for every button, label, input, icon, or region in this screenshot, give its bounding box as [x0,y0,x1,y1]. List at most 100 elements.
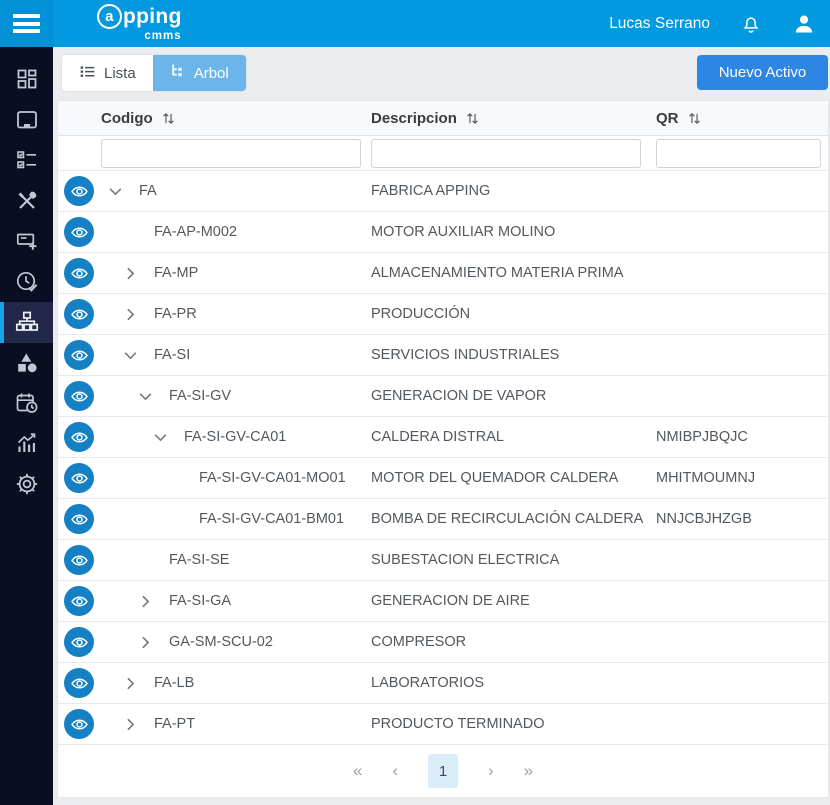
filter-qr-input[interactable] [656,139,821,168]
column-label: Codigo [101,110,153,127]
view-asset-button[interactable] [64,422,94,452]
pagination-prev-button[interactable]: ‹ [392,761,398,781]
filter-codigo-input[interactable] [101,139,361,168]
asset-code: FA-LB [154,675,194,691]
sidebar-item-dashboard[interactable] [0,59,53,100]
view-asset-button[interactable] [64,627,94,657]
table-row: FA-SISERVICIOS INDUSTRIALES [58,335,828,376]
sidebar-item-stats[interactable] [0,424,53,465]
asset-qr: NMIBPJBQJC [656,429,828,445]
sidebar-item-asset-tree[interactable] [0,302,53,343]
menu-toggle-button[interactable] [0,0,53,47]
asset-description: GENERACION DE AIRE [371,593,656,609]
asset-code: FA-MP [154,265,198,281]
view-asset-button[interactable] [64,709,94,739]
asset-code: FA-AP-M002 [154,224,237,240]
filter-descripcion-input[interactable] [371,139,641,168]
table-row: GA-SM-SCU-02 COMPRESOR [58,622,828,663]
table-row: FA-SI-GV-CA01CALDERA DISTRALNMIBPJBQJC [58,417,828,458]
sidebar-nav [0,47,53,505]
asset-code: GA-SM-SCU-02 [169,634,273,650]
table-row: FA-SI-SESUBESTACION ELECTRICA [58,540,828,581]
asset-code: FA-SI-GA [169,593,231,609]
asset-description: PRODUCCIÓN [371,306,656,322]
sidebar-item-gear[interactable] [0,464,53,505]
view-asset-button[interactable] [64,545,94,575]
hamburger-icon [13,14,40,33]
table-row: FA-LB LABORATORIOS [58,663,828,704]
view-asset-button[interactable] [64,381,94,411]
asset-description: LABORATORIOS [371,675,656,691]
table-row: FAFABRICA APPING [58,171,828,212]
tab-arbol-label: Arbol [194,65,229,82]
view-asset-button[interactable] [64,258,94,288]
view-asset-button[interactable] [64,463,94,493]
table-row: FA-SI-GV-CA01-BM01BOMBA DE RECIRCULACIÓN… [58,499,828,540]
chevron-right-icon[interactable] [131,593,169,610]
chevron-right-icon[interactable] [116,675,154,692]
sidebar-item-clock-check[interactable] [0,262,53,303]
asset-description: MOTOR AUXILIAR MOLINO [371,224,656,240]
asset-description: MOTOR DEL QUEMADOR CALDERA [371,470,656,486]
request-add-icon [15,229,39,253]
pagination-first-button[interactable]: « [353,761,362,781]
sort-icon [686,110,703,127]
main-content: Lista Arbol Nuevo Activo [53,47,830,805]
asset-code: FA [139,183,157,199]
sidebar-item-calendar-clock[interactable] [0,383,53,424]
column-header-codigo[interactable]: Codigo [101,110,371,127]
tab-arbol[interactable]: Arbol [153,55,246,91]
view-asset-button[interactable] [64,586,94,616]
new-asset-button[interactable]: Nuevo Activo [697,55,828,90]
column-header-descripcion[interactable]: Descripcion [371,110,656,127]
chevron-right-icon[interactable] [116,265,154,282]
asset-description: BOMBA DE RECIRCULACIÓN CALDERA [371,511,656,527]
pagination: « ‹ 1 › » [58,745,828,797]
tab-lista[interactable]: Lista [62,55,153,91]
chevron-right-icon[interactable] [116,306,154,323]
sidebar [0,47,53,805]
notifications-bell-icon[interactable] [740,13,762,35]
sidebar-item-request-add[interactable] [0,221,53,262]
column-header-qr[interactable]: QR [656,110,828,127]
table-header: Codigo Descripcion [58,101,828,136]
clock-check-icon [15,270,39,294]
asset-description: GENERACION DE VAPOR [371,388,656,404]
table-body: FAFABRICA APPING FA-AP-M002 MOTOR AUXILIAR… [58,171,828,745]
pagination-last-button[interactable]: » [524,761,533,781]
sidebar-item-checklist[interactable] [0,140,53,181]
view-tabs: Lista Arbol [62,55,246,91]
sort-icon [160,110,177,127]
chevron-down-icon[interactable] [101,183,139,200]
view-asset-button[interactable] [64,176,94,206]
tab-lista-label: Lista [104,65,136,82]
sidebar-item-shapes[interactable] [0,343,53,384]
view-asset-button[interactable] [64,340,94,370]
pagination-next-button[interactable]: › [488,761,494,781]
chevron-down-icon[interactable] [116,347,154,364]
monitor-icon [15,108,39,132]
asset-description: COMPRESOR [371,634,656,650]
chevron-down-icon[interactable] [131,388,169,405]
stats-icon [15,432,39,456]
user-avatar-icon[interactable] [792,12,816,36]
chevron-right-icon[interactable] [116,716,154,733]
pagination-page-1[interactable]: 1 [428,754,458,788]
chevron-right-icon[interactable] [131,634,169,651]
user-name[interactable]: Lucas Serrano [609,15,710,33]
view-asset-button[interactable] [64,217,94,247]
sidebar-item-monitor[interactable] [0,100,53,141]
sidebar-item-tools[interactable] [0,181,53,222]
asset-code: FA-SI [154,347,190,363]
active-indicator [0,302,4,343]
view-asset-button[interactable] [64,504,94,534]
view-asset-button[interactable] [64,299,94,329]
view-asset-button[interactable] [64,668,94,698]
table-row: FA-SI-GVGENERACION DE VAPOR [58,376,828,417]
chevron-down-icon[interactable] [146,429,184,446]
calendar-clock-icon [15,391,39,415]
sort-icon [464,110,481,127]
asset-code: FA-SI-GV-CA01 [184,429,286,445]
tree-icon [170,63,186,83]
table-row: FA-MPALMACENAMIENTO MATERIA PRIMA [58,253,828,294]
